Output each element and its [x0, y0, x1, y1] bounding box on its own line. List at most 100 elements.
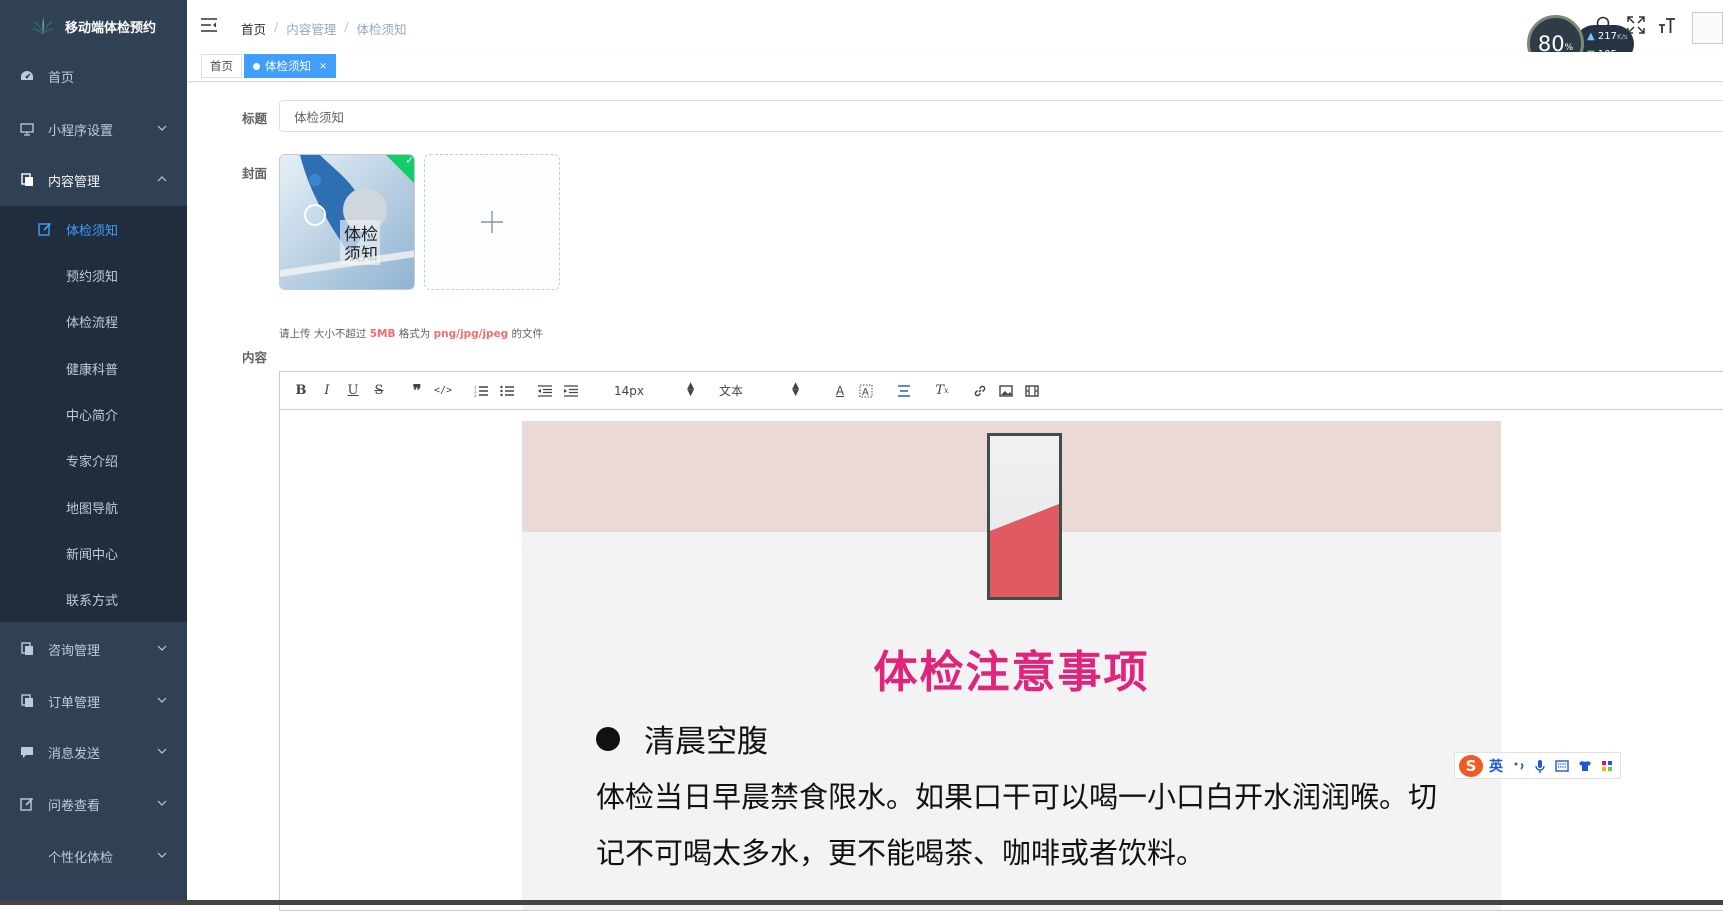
water-glass-illustration: [987, 433, 1062, 600]
toolbox-icon[interactable]: [1601, 760, 1613, 772]
submenu-item-label: 体检流程: [66, 315, 119, 331]
clear-format-icon[interactable]: Tx: [933, 382, 951, 400]
sidebar-item-label: 问卷查看: [48, 798, 101, 814]
sidebar: 移动端体检预约 首页 小程序设置 内容管理 体检须知 预约须知 体检流程 健康科…: [0, 0, 187, 905]
select-arrows-icon: ▲ ▼: [687, 380, 694, 398]
navbar: 首页 / 内容管理 / 体检须知: [187, 0, 1723, 52]
submenu-item-center-intro[interactable]: 中心简介: [0, 391, 187, 437]
sidebar-item-questionnaire[interactable]: 问卷查看: [0, 778, 187, 830]
submenu-item-label: 预约须知: [66, 269, 119, 285]
underline-icon[interactable]: U: [344, 382, 362, 400]
upload-speed: 217: [1597, 31, 1617, 42]
hamburger-icon[interactable]: [201, 18, 217, 32]
svg-text:3: 3: [474, 393, 477, 397]
blockquote-icon[interactable]: ❞: [408, 381, 426, 400]
sidebar-item-label: 内容管理: [48, 174, 101, 190]
sidebar-item-consultation[interactable]: 咨询管理: [0, 623, 187, 675]
image-icon[interactable]: [997, 382, 1015, 400]
tags-view: 首页 体检须知 ×: [187, 52, 1723, 82]
link-icon[interactable]: [971, 382, 989, 400]
submenu-item-label: 健康科普: [66, 362, 119, 378]
submenu-item-health-science[interactable]: 健康科普: [0, 345, 187, 391]
content-image: 体检注意事项 清晨空腹 体检当日早晨禁食限水。如果口干可以喝一小口白开水润润喉。…: [522, 421, 1501, 910]
sidebar-item-miniapp-settings[interactable]: 小程序设置: [0, 103, 187, 155]
cover-image[interactable]: 体检 须知 ✓: [279, 154, 415, 290]
punctuation-icon[interactable]: [1513, 760, 1525, 772]
main-content: 标题 体检须知 封面 体检 须知 ✓ 请上传 大小不超过 5MB 格式为 png…: [187, 83, 1723, 911]
ime-language[interactable]: 英: [1489, 756, 1503, 776]
skin-icon[interactable]: [1578, 760, 1592, 772]
submenu-item-map-nav[interactable]: 地图导航: [0, 484, 187, 530]
edit-icon: [19, 796, 35, 812]
close-icon[interactable]: ×: [319, 61, 327, 72]
submenu-item-booking-notice[interactable]: 预约须知: [0, 252, 187, 298]
submenu-item-label: 体检须知: [66, 223, 119, 239]
bold-icon[interactable]: B: [292, 382, 310, 400]
video-icon[interactable]: [1023, 382, 1041, 400]
breadcrumb-home[interactable]: 首页: [241, 19, 266, 38]
logo-icon: [30, 17, 56, 35]
chevron-down-icon: [157, 697, 167, 703]
keyboard-icon[interactable]: [1555, 759, 1569, 772]
taskbar-strip: [0, 900, 1723, 905]
breadcrumb: 首页 / 内容管理 / 体检须知: [241, 19, 407, 38]
font-color-icon[interactable]: A: [831, 382, 849, 400]
submenu-item-label: 专家介绍: [66, 454, 119, 470]
cover-label: 封面: [242, 166, 268, 181]
submenu-item-label: 中心简介: [66, 408, 119, 424]
italic-icon[interactable]: I: [318, 382, 336, 400]
submenu-item-experts[interactable]: 专家介绍: [0, 437, 187, 483]
submenu-item-news[interactable]: 新闻中心: [0, 530, 187, 576]
font-size-select[interactable]: 14px ▲ ▼: [614, 381, 694, 401]
select-arrows-icon: ▲ ▼: [792, 380, 799, 398]
bullet-list-icon[interactable]: [498, 382, 516, 400]
sidebar-item-label: 小程序设置: [48, 123, 114, 139]
strike-icon[interactable]: S: [370, 382, 388, 400]
title-label: 标题: [242, 111, 268, 126]
indent-icon[interactable]: [562, 382, 580, 400]
svg-text:体检: 体检: [344, 225, 378, 245]
ime-toolbar[interactable]: S 英: [1454, 752, 1621, 779]
background-color-icon[interactable]: A: [857, 382, 875, 400]
title-input[interactable]: 体检须知: [279, 100, 1723, 132]
upload-tip: 请上传 大小不超过 5MB 格式为 png/jpg/jpeg 的文件: [279, 328, 544, 340]
dashboard-icon: [19, 68, 35, 84]
microphone-icon[interactable]: [1534, 759, 1546, 773]
sidebar-item-label: 首页: [48, 70, 75, 86]
tag-home[interactable]: 首页: [201, 54, 242, 78]
sidebar-item-label: 个性化体检: [48, 850, 114, 866]
cover-picture: 体检 须知: [280, 155, 414, 289]
rich-text-editor[interactable]: B I U S ❞ </> 123 14px ▲▼ 文本 ▲▼ A A Tx: [279, 371, 1723, 911]
editor-toolbar: B I U S ❞ </> 123 14px ▲ ▼ 文本 ▲ ▼ A A Tx: [280, 372, 1723, 410]
sidebar-item-content-management[interactable]: 内容管理: [0, 154, 187, 206]
breadcrumb-content[interactable]: 内容管理: [286, 19, 336, 38]
documents-icon: [19, 641, 35, 657]
submenu-item-contact[interactable]: 联系方式: [0, 576, 187, 622]
monitor-icon: [19, 121, 35, 137]
chevron-down-icon: [157, 645, 167, 651]
submenu-item-exam-process[interactable]: 体检流程: [0, 298, 187, 344]
avatar[interactable]: [1692, 12, 1723, 44]
font-size-icon[interactable]: [1658, 16, 1676, 34]
submenu-item-exam-notice[interactable]: 体检须知: [0, 206, 187, 252]
sidebar-item-messages[interactable]: 消息发送: [0, 726, 187, 778]
bullet-icon: [596, 726, 620, 751]
content-label: 内容: [242, 350, 268, 365]
sidebar-item-custom-exam[interactable]: 个性化体检: [0, 830, 187, 882]
sidebar-item-home[interactable]: 首页: [0, 50, 187, 102]
sidebar-item-label: 咨询管理: [48, 643, 101, 659]
code-block-icon[interactable]: </>: [434, 382, 452, 400]
sidebar-item-orders[interactable]: 订单管理: [0, 675, 187, 727]
block-format-select[interactable]: 文本 ▲ ▼: [719, 381, 799, 401]
edit-icon: [38, 222, 52, 236]
brand: 移动端体检预约: [0, 0, 187, 52]
upload-button[interactable]: [424, 154, 560, 290]
active-dot: [253, 62, 260, 70]
align-center-icon[interactable]: [895, 382, 913, 400]
submenu-item-label: 地图导航: [66, 501, 119, 517]
chevron-down-icon: [157, 800, 167, 806]
tag-exam-notice[interactable]: 体检须知 ×: [244, 54, 337, 78]
ordered-list-icon[interactable]: 123: [472, 382, 490, 400]
editor-body[interactable]: 体检注意事项 清晨空腹 体检当日早晨禁食限水。如果口干可以喝一小口白开水润润喉。…: [280, 410, 1723, 910]
outdent-icon[interactable]: [536, 382, 554, 400]
